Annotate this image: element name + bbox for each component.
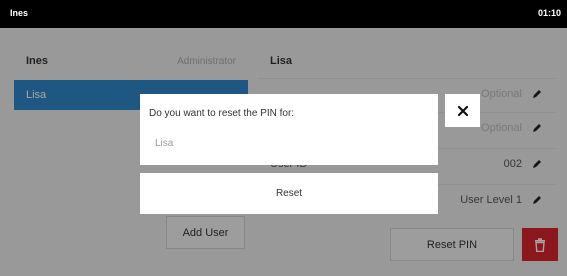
- close-icon: [457, 105, 468, 116]
- reset-pin-dialog: Do you want to reset the PIN for: Lisa: [140, 94, 438, 165]
- dialog-question: Do you want to reset the PIN for:: [149, 108, 295, 119]
- status-bar: Ines 01:10: [0, 0, 567, 28]
- close-dialog-button[interactable]: [445, 94, 480, 127]
- dialog-target-user: Lisa: [155, 138, 174, 149]
- confirm-reset-button[interactable]: Reset: [140, 173, 438, 214]
- current-user-label: Ines: [10, 8, 29, 18]
- clock: 01:10: [537, 8, 561, 18]
